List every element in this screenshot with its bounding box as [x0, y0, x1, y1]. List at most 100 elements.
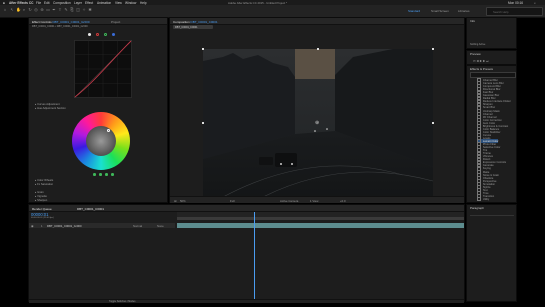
curves-graph[interactable] [74, 40, 132, 98]
layer-duration-bar[interactable] [177, 223, 464, 228]
roto-tool-icon[interactable]: ✧ [82, 8, 86, 12]
camera-tool-icon[interactable]: ◎ [34, 8, 38, 12]
search-icon[interactable]: ⌕ [534, 1, 536, 5]
comp-sub-tab-label: DBT_C0001_C0001 [175, 25, 198, 29]
info-panel: Info Nothing Active [466, 17, 517, 49]
view-select[interactable]: Active Camera [280, 199, 298, 203]
color-wheel-center [86, 126, 116, 156]
transform-handle[interactable] [202, 48, 204, 50]
tab-info[interactable]: Info [470, 19, 475, 23]
effects-list-item[interactable]: Utility [477, 196, 489, 202]
menu-composition[interactable]: Composition [53, 1, 71, 5]
home-icon[interactable]: ⌂ [3, 8, 7, 12]
menu-edit[interactable]: Edit [44, 1, 50, 5]
blend-mode-select[interactable]: Normal [133, 224, 142, 228]
info-readout: Nothing Active [470, 43, 486, 46]
wheel-indicator-dot [93, 173, 96, 176]
effect-controls-tabbar: Effect Controls DBT_C0001_C0001_Gr000 Pr… [29, 18, 167, 25]
effect-controls-panel: Effect Controls DBT_C0001_C0001_Gr000 Pr… [28, 17, 168, 203]
eraser-tool-icon[interactable]: ◫ [76, 8, 80, 12]
clone-tool-icon[interactable]: ⎘ [70, 8, 74, 12]
composition-panel: Composition DBT_C0001_C0001 DBT_C0001_C0… [169, 17, 465, 203]
puppet-tool-icon[interactable]: ✱ [88, 8, 92, 12]
tab-effect-controls[interactable]: Effect Controls DBT_C0001_C0001_Gr000 [32, 20, 90, 24]
rotate-tool-icon[interactable]: ↻ [28, 8, 32, 12]
layer-name[interactable]: DBT_C0001_C0001_Gr000 [47, 224, 82, 228]
menu-effect[interactable]: Effect [85, 1, 93, 5]
timeline-panel: Render Queue DBT_C0001_C0001 00000:01 00… [28, 204, 465, 303]
paragraph-controls[interactable] [470, 215, 514, 220]
headlight [291, 163, 293, 165]
selection-tool-icon[interactable]: ↖ [10, 8, 14, 12]
anchor-point-icon[interactable]: ⊕ [315, 120, 319, 126]
tab-paragraph[interactable]: Paragraph [470, 206, 484, 210]
resolution-select[interactable]: Full [230, 199, 235, 203]
tab-timeline-comp[interactable]: DBT_C0001_C0001 [77, 207, 104, 211]
section-row-sharpen[interactable]: ▸ Sharpen [35, 198, 47, 202]
channel-blue-dot[interactable] [112, 33, 115, 36]
menu-help[interactable]: Help [140, 1, 147, 5]
effect-folder-icon [477, 196, 482, 202]
tab-effects-presets[interactable]: Effects & Presets [470, 67, 493, 71]
tab-preview[interactable]: Preview [470, 52, 481, 56]
section-row-saturation[interactable]: ▸ Fx Saturation [35, 182, 53, 186]
transform-handle[interactable] [317, 48, 319, 50]
channel-rgb-dot[interactable] [88, 33, 91, 36]
toggle-switches-modes[interactable]: Toggle Switches / Modes [109, 300, 135, 303]
pan-behind-tool-icon[interactable]: ⊕ [40, 8, 44, 12]
pen-tool-icon[interactable]: ✒ [52, 8, 56, 12]
apple-icon[interactable]: ● [3, 1, 5, 5]
workspace-small-screen[interactable]: Small Screen [431, 9, 449, 13]
channel-green-dot[interactable] [104, 33, 107, 36]
section-row-grain[interactable]: ▸ Grain [35, 190, 44, 194]
transform-handle[interactable] [202, 122, 204, 124]
menu-view[interactable]: View [115, 1, 122, 5]
search-help-field[interactable]: Search Help [486, 7, 543, 16]
section-row-curves[interactable]: ▸ Curves Adjustment [35, 102, 60, 106]
menu-layer[interactable]: Layer [74, 1, 82, 5]
rectangle-tool-icon[interactable]: ▭ [46, 8, 50, 12]
type-tool-icon[interactable]: T [58, 8, 62, 12]
section-row-hue[interactable]: ▸ Hue Adjustment Section [35, 106, 66, 110]
section-row-color-wheels[interactable]: ▸ Color Wheels [35, 178, 53, 182]
visibility-icon[interactable]: ◉ [31, 224, 33, 228]
comp-sub-tab[interactable]: DBT_C0001_C0001 [173, 25, 213, 29]
magnification-icon[interactable]: ⊞ [174, 199, 176, 203]
brush-tool-icon[interactable]: ✎ [64, 8, 68, 12]
car [259, 157, 273, 165]
menu-animation[interactable]: Animation [97, 1, 111, 5]
channel-red-dot[interactable] [96, 33, 99, 36]
transform-handle[interactable] [432, 122, 434, 124]
playhead[interactable] [254, 212, 255, 299]
workspace-standard[interactable]: Standard [408, 9, 420, 13]
views-layout-select[interactable]: 1 View [310, 199, 318, 203]
street-light [326, 128, 328, 130]
menu-window[interactable]: Window [125, 1, 136, 5]
composition-tabbar: Composition DBT_C0001_C0001 [170, 18, 464, 25]
timeline-layer-row[interactable]: ◉ 1 DBT_C0001_C0001_Gr000 Normal None [29, 223, 175, 228]
menu-file[interactable]: File [36, 1, 41, 5]
magnification-select[interactable]: 50% [180, 199, 186, 203]
zoom-tool-icon[interactable]: ⌕ [22, 8, 26, 12]
tab-render-queue[interactable]: Render Queue [32, 207, 52, 211]
workspace-libraries[interactable]: Libraries [458, 9, 470, 13]
wheel-indicator-dot [99, 173, 102, 176]
hand-tool-icon[interactable]: ✋ [16, 8, 21, 12]
color-wheel-handle[interactable] [107, 129, 110, 132]
section-row-vignette[interactable]: ▸ Vignette [35, 194, 47, 198]
exposure-value[interactable]: +0.0 [340, 199, 346, 203]
tab-composition[interactable]: Composition DBT_C0001_C0001 [173, 20, 218, 24]
composition-footer: ⊞ 50% Full Active Camera 1 View +0.0 [170, 196, 464, 203]
street-light [314, 130, 316, 132]
play-controls-icon[interactable]: ⏮ ◀ ▶ ▶ ⏭ [473, 59, 489, 63]
hue-color-wheel[interactable] [72, 112, 130, 170]
paragraph-panel: Paragraph [466, 204, 517, 302]
search-help-placeholder: Search Help [493, 9, 509, 14]
transform-handle[interactable] [432, 48, 434, 50]
tab-project[interactable]: Project [111, 20, 120, 24]
parent-select[interactable]: None [157, 224, 164, 228]
timeline-tabbar: Render Queue DBT_C0001_C0001 [29, 205, 464, 212]
wheel-indicator-dot [111, 173, 114, 176]
menu-app[interactable]: After Effects CC [9, 1, 33, 5]
work-area-bar[interactable] [177, 217, 464, 220]
